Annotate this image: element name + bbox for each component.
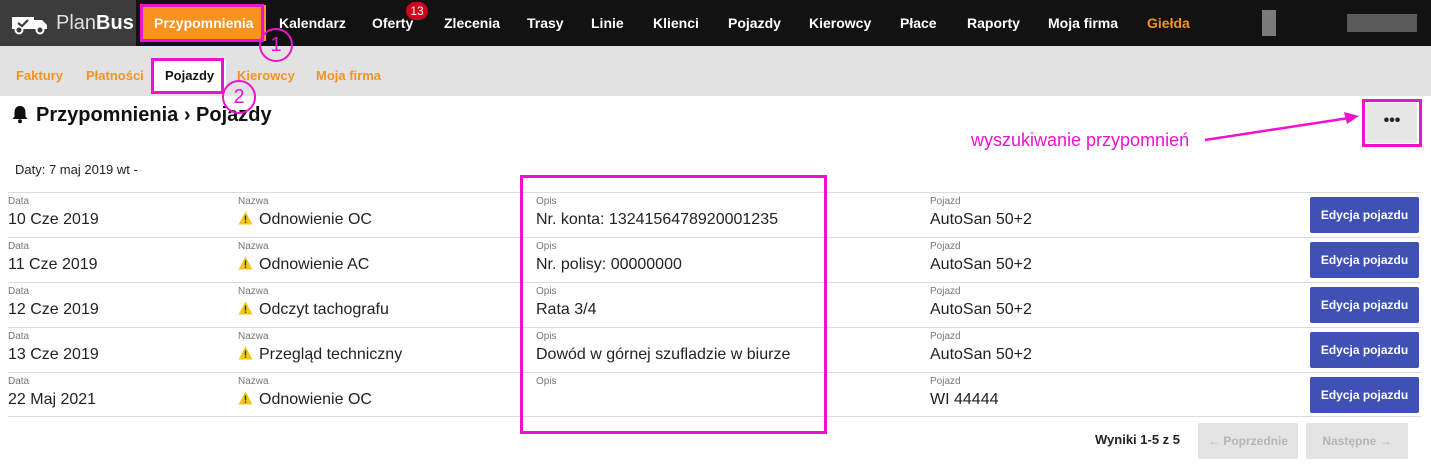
vehicle-value: AutoSan 50+2 — [930, 301, 1032, 318]
nav-klienci[interactable]: Klienci — [653, 0, 699, 46]
vehicle-label: Pojazd — [930, 331, 961, 342]
nav-linie[interactable]: Linie — [591, 0, 624, 46]
name-label: Nazwa — [238, 331, 269, 342]
date-value: 12 Cze 2019 — [8, 301, 99, 318]
prev-page-button[interactable]: ← Poprzednie — [1198, 423, 1298, 459]
nav-pojazdy[interactable]: Pojazdy — [728, 0, 781, 46]
date-label: Data — [8, 331, 30, 342]
warning-icon — [238, 391, 253, 405]
name-value: Odczyt tachografu — [238, 301, 389, 319]
nav-raporty[interactable]: Raporty — [967, 0, 1020, 46]
name-value: Przegląd techniczny — [238, 346, 402, 364]
date-value: 22 Maj 2021 — [8, 391, 97, 408]
vehicle-value: AutoSan 50+2 — [930, 211, 1032, 228]
vehicle-label: Pojazd — [930, 286, 961, 297]
date-value: 10 Cze 2019 — [8, 211, 99, 228]
annotation-search-hint: wyszukiwanie przypomnień — [971, 130, 1190, 150]
logo[interactable]: PlanBus — [0, 0, 136, 46]
annotation-arrow — [1204, 112, 1359, 142]
vehicle-label: Pojazd — [930, 376, 961, 387]
edit-vehicle-button[interactable]: Edycja pojazdu — [1310, 287, 1419, 323]
nav-place[interactable]: Płace — [900, 0, 937, 46]
offers-count-badge: 13 — [406, 2, 428, 20]
vehicle-value: AutoSan 50+2 — [930, 346, 1032, 363]
vehicle-value: AutoSan 50+2 — [930, 256, 1032, 273]
edit-vehicle-button[interactable]: Edycja pojazdu — [1310, 242, 1419, 278]
nav-moja-firma[interactable]: Moja firma — [1048, 0, 1118, 46]
name-value: Odnowienie AC — [238, 256, 369, 274]
annotation-marker-2: 2 — [222, 80, 256, 114]
brand-name: PlanBus — [56, 12, 134, 34]
nav-gielda[interactable]: Giełda — [1147, 0, 1190, 46]
date-label: Data — [8, 286, 30, 297]
truck-logo-icon — [12, 17, 47, 35]
name-label: Nazwa — [238, 196, 269, 207]
edit-vehicle-button[interactable]: Edycja pojazdu — [1310, 332, 1419, 368]
date-label: Data — [8, 241, 30, 252]
edit-vehicle-button[interactable]: Edycja pojazdu — [1310, 377, 1419, 413]
date-value: 13 Cze 2019 — [8, 346, 99, 363]
edit-vehicle-button[interactable]: Edycja pojazdu — [1310, 197, 1419, 233]
nav-zlecenia[interactable]: Zlecenia — [444, 0, 500, 46]
warning-icon — [238, 256, 253, 270]
nav-kierowcy[interactable]: Kierowcy — [809, 0, 871, 46]
name-value: Odnowienie OC — [238, 211, 372, 229]
annotation-box-opis — [520, 175, 827, 434]
results-count: Wyniki 1-5 z 5 — [1095, 432, 1181, 447]
annotation-box-pojazdy — [151, 58, 224, 94]
name-label: Nazwa — [238, 376, 269, 387]
warning-icon — [238, 211, 253, 225]
date-value: 11 Cze 2019 — [8, 256, 98, 273]
name-value: Odnowienie OC — [238, 391, 372, 409]
bell-icon — [12, 106, 28, 124]
vehicle-label: Pojazd — [930, 241, 961, 252]
name-label: Nazwa — [238, 241, 269, 252]
user-avatar-blurred[interactable] — [1262, 10, 1276, 36]
annotation-marker-1: 1 — [259, 28, 293, 62]
subnav-platnosci[interactable]: Płatności — [86, 68, 144, 83]
date-label: Data — [8, 196, 30, 207]
subnav-moja-firma[interactable]: Moja firma — [316, 68, 381, 83]
next-page-button[interactable]: Następne → — [1306, 423, 1408, 459]
date-label: Data — [8, 376, 30, 387]
date-range: Daty: 7 maj 2019 wt - — [15, 162, 138, 177]
name-label: Nazwa — [238, 286, 269, 297]
annotation-box-more — [1362, 99, 1422, 147]
nav-trasy[interactable]: Trasy — [527, 0, 564, 46]
subnav-faktury[interactable]: Faktury — [16, 68, 63, 83]
warning-icon — [238, 301, 253, 315]
annotation-box-przypomnienia — [140, 4, 264, 42]
vehicle-label: Pojazd — [930, 196, 961, 207]
user-name-blurred[interactable] — [1347, 14, 1417, 32]
warning-icon — [238, 346, 253, 360]
vehicle-value: WI 44444 — [930, 391, 999, 408]
